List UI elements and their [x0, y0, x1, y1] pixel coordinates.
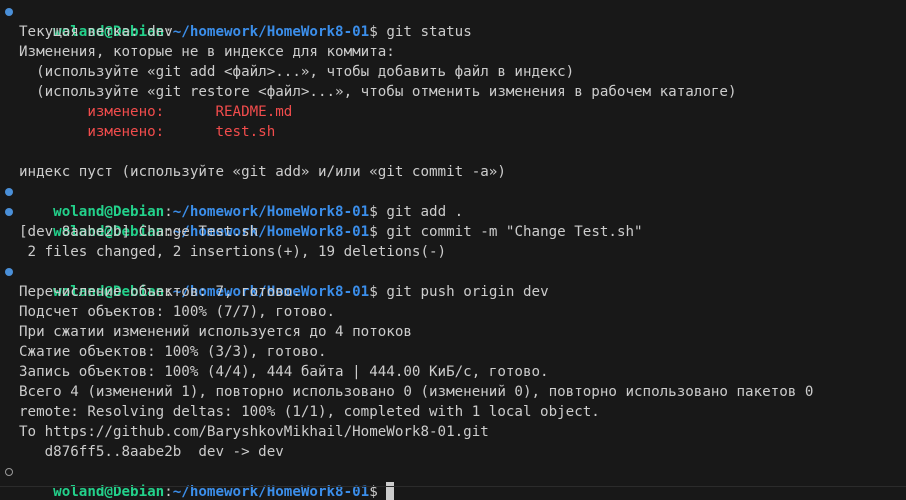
- output-line: Изменения, которые не в индексе для комм…: [19, 44, 395, 60]
- output-line: Запись объектов: 100% (4/4), 444 байта |…: [19, 364, 549, 380]
- terminal-window[interactable]: woland@Debian:~/homework/HomeWork8-01$ g…: [0, 0, 906, 500]
- prompt-line-current[interactable]: woland@Debian:~/homework/HomeWork8-01$: [0, 462, 906, 500]
- prompt-line-status: woland@Debian:~/homework/HomeWork8-01$ g…: [0, 2, 906, 40]
- output-line: d876ff5..8aabe2b dev -> dev: [19, 444, 284, 460]
- prompt-line-push: woland@Debian:~/homework/HomeWork8-01$ g…: [0, 262, 906, 300]
- output-line: Перечисление объектов: 7, готово.: [19, 284, 301, 300]
- output-line: Всего 4 (изменений 1), повторно использо…: [19, 384, 814, 400]
- modified-file-line: изменено: test.sh: [0, 122, 906, 142]
- output-line: remote: Resolving deltas: 100% (1/1), co…: [19, 404, 600, 420]
- modified-file-name: test.sh: [215, 124, 276, 140]
- panel-bottom-divider: [0, 486, 906, 487]
- command-decoration-success-icon[interactable]: [5, 8, 13, 16]
- output-line: [dev 8aabe2b] Change Test.sh: [19, 224, 259, 240]
- prompt-line-add: woland@Debian:~/homework/HomeWork8-01$ g…: [0, 182, 906, 220]
- modified-label: изменено:: [19, 104, 216, 120]
- output-line: (используйте «git restore <файл>...», чт…: [19, 84, 737, 100]
- output-line: Сжатие объектов: 100% (3/3), готово.: [19, 344, 327, 360]
- command-decoration-pending-icon[interactable]: [5, 468, 13, 476]
- text-cursor: [386, 482, 395, 500]
- prompt-line-commit: woland@Debian:~/homework/HomeWork8-01$ g…: [0, 202, 906, 240]
- modified-file-line: изменено: README.md: [0, 102, 906, 122]
- command-decoration-success-icon[interactable]: [5, 208, 13, 216]
- output-line: При сжатии изменений используется до 4 п…: [19, 324, 412, 340]
- output-line[interactable]: To https://github.com/BaryshkovMikhail/H…: [0, 422, 906, 442]
- output-line: Подсчет объектов: 100% (7/7), готово.: [19, 304, 336, 320]
- command-decoration-success-icon[interactable]: [5, 268, 13, 276]
- output-line: 2 files changed, 2 insertions(+), 19 del…: [19, 244, 447, 260]
- modified-file-name: README.md: [215, 104, 293, 120]
- output-line: Текущая ветка: dev: [19, 24, 173, 40]
- command-decoration-success-icon[interactable]: [5, 188, 13, 196]
- output-line: (используйте «git add <файл>...», чтобы …: [19, 64, 575, 80]
- output-line: индекс пуст (используйте «git add» и/или…: [19, 164, 506, 180]
- modified-label: изменено:: [19, 124, 216, 140]
